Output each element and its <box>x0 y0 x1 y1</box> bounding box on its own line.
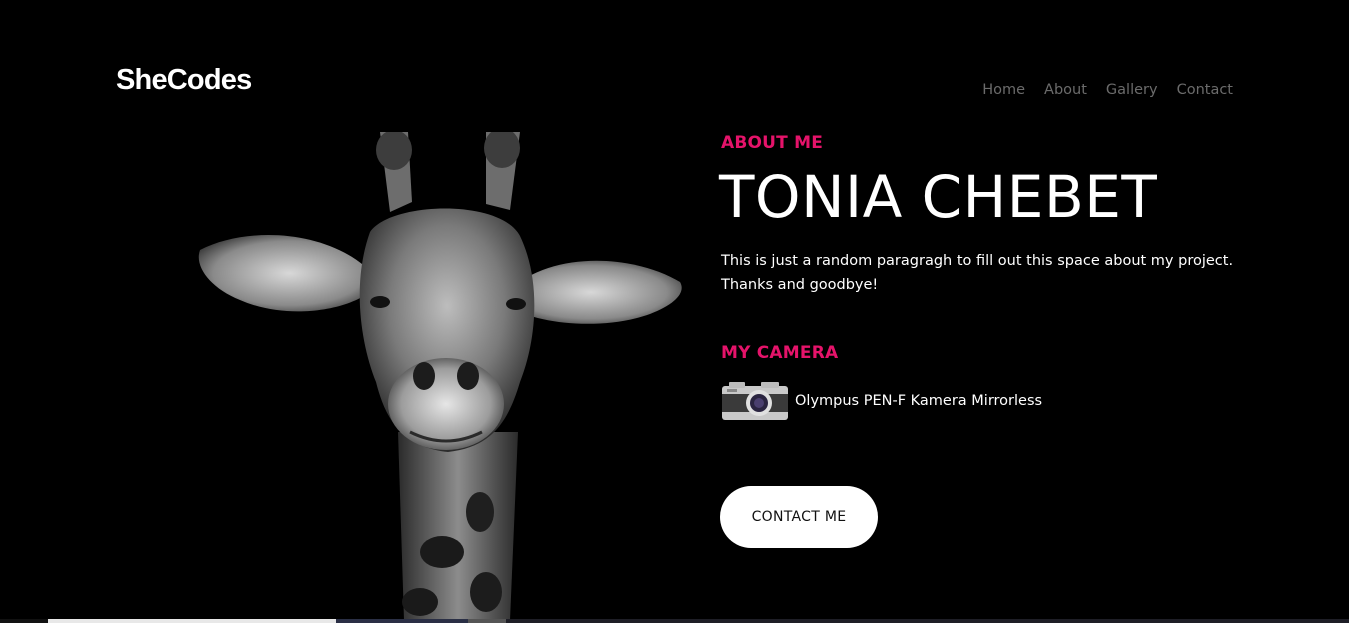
contact-me-button[interactable]: CONTACT ME <box>720 486 878 548</box>
nav-gallery[interactable]: Gallery <box>1106 82 1158 98</box>
about-paragraph: This is just a random paragragh to fill … <box>721 253 1234 293</box>
nav-about[interactable]: About <box>1044 82 1087 98</box>
main-nav: Home About Gallery Contact <box>963 82 1233 98</box>
about-me-heading: ABOUT ME <box>721 133 824 153</box>
person-name: TONIA CHEBET <box>719 163 1158 231</box>
camera-row: Olympus PEN-F Kamera Mirrorless <box>721 380 1042 422</box>
page: SheCodes Home About Gallery Contact ABOU… <box>0 0 1349 623</box>
nav-home[interactable]: Home <box>982 82 1025 98</box>
nav-contact[interactable]: Contact <box>1177 82 1233 98</box>
hero-giraffe-image <box>180 132 692 620</box>
bottom-scroll-strip <box>0 619 1349 623</box>
my-camera-heading: MY CAMERA <box>721 343 839 363</box>
logo[interactable]: SheCodes <box>116 64 252 97</box>
camera-icon <box>721 380 789 422</box>
camera-model: Olympus PEN-F Kamera Mirrorless <box>795 393 1043 409</box>
